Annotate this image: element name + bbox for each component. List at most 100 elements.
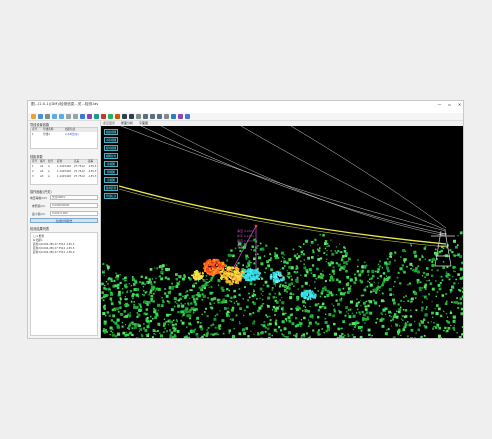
- col-header: 序号: [32, 160, 38, 163]
- cut-icon[interactable]: [101, 114, 106, 119]
- view-side-button[interactable]: 旋转视图: [104, 145, 118, 151]
- rotate-icon[interactable]: [73, 114, 78, 119]
- measure-icon[interactable]: [87, 114, 92, 119]
- open-icon[interactable]: [31, 114, 36, 119]
- measure-label: 净空 3.24m: [237, 229, 254, 233]
- table-cell: -135.3: [88, 165, 97, 168]
- point-icon[interactable]: [122, 114, 127, 119]
- table-cell: A: [48, 165, 50, 168]
- toolbar: [28, 113, 463, 121]
- undo-icon[interactable]: [45, 114, 50, 119]
- conductor-table: 序号 导线名称 档距信息 1 导线1 2-3#档(左): [30, 127, 98, 149]
- line-icon[interactable]: [129, 114, 134, 119]
- col-header: 距离: [57, 160, 63, 163]
- minimum-input[interactable]: 0.000 0.000: [50, 211, 98, 216]
- point-cloud-view[interactable]: 缩放视图平移视图旋转视图视图复位前视图侧视图顶视图量测距离导线标注 净空 3.2…: [101, 126, 464, 339]
- view-side-button[interactable]: 缩放视图: [104, 129, 118, 135]
- view-side-icon[interactable]: [157, 114, 162, 119]
- col-header: 档距信息: [65, 128, 76, 131]
- table-cell: A: [48, 170, 50, 173]
- power-lines: [118, 126, 447, 248]
- span-table: 序号 编号 档号 距离 高差 弧垂 1 A1 A 1.1415402 27.75…: [30, 159, 98, 185]
- generate-report-button[interactable]: 生成检测报告: [30, 218, 98, 223]
- col-header: 导线名称: [43, 128, 54, 131]
- table-cell: 1.1415402: [57, 170, 72, 173]
- minimize-button[interactable]: —: [436, 101, 443, 108]
- voltage-select[interactable]: 交流500kV: [50, 195, 98, 200]
- pan-icon[interactable]: [66, 114, 71, 119]
- measure-label: 垂直 1.97m: [237, 239, 254, 243]
- field-label: 参照值(m): [32, 204, 46, 208]
- table-cell: 2: [32, 170, 34, 173]
- ruler-icon[interactable]: [94, 114, 99, 119]
- table-cell: 导线1: [43, 133, 50, 136]
- view-side-button[interactable]: 侧视图: [104, 169, 118, 175]
- table-row[interactable]: 1 A1 A 1.1415402 27.7512 -135.3: [31, 165, 97, 169]
- measure-label: 水平 2.10m: [237, 234, 254, 238]
- field-label: 最小值(m): [32, 212, 46, 216]
- section-title: 操作面板(开关): [30, 190, 52, 194]
- view-side-button[interactable]: 平移视图: [104, 137, 118, 143]
- table-header: 序号 编号 档号 距离 高差 弧垂: [31, 160, 97, 164]
- view-side-button[interactable]: 量测距离: [104, 185, 118, 191]
- table-row[interactable]: 2 A2 A 1.1415402 27.7512 -135.3: [31, 170, 97, 174]
- table-cell: 2-3#档(左): [65, 133, 79, 136]
- table-row[interactable]: 3 A3 A 1.1415402 27.7512 -135.3: [31, 175, 97, 179]
- export-icon[interactable]: [171, 114, 176, 119]
- ground-wire: [120, 126, 447, 232]
- tree-node[interactable]: 距离3(0.002-2B) 27.7512 -136.0: [33, 250, 74, 254]
- col-header: 弧垂: [88, 160, 94, 163]
- vegetation-points: [101, 230, 463, 338]
- zoom-out-icon[interactable]: [59, 114, 64, 119]
- report-icon[interactable]: [178, 114, 183, 119]
- table-cell: -135.3: [88, 170, 97, 173]
- color-icon[interactable]: [115, 114, 120, 119]
- select-icon[interactable]: [80, 114, 85, 119]
- layer-icon[interactable]: [108, 114, 113, 119]
- save-icon[interactable]: [38, 114, 43, 119]
- table-cell: A1: [40, 165, 44, 168]
- view-side-button[interactable]: 导线标注: [104, 193, 118, 199]
- table-cell: 1.1415402: [57, 165, 72, 168]
- maximize-button[interactable]: ▫: [446, 101, 453, 108]
- table-cell: 27.7512: [74, 165, 85, 168]
- ground-wire: [160, 126, 447, 237]
- field-label: 电压等级(kV): [30, 196, 47, 200]
- col-header: 编号: [40, 160, 46, 163]
- box-icon[interactable]: [136, 114, 141, 119]
- view-front-icon[interactable]: [143, 114, 148, 119]
- title-bar: 图...(2.0-1)(DM)/检测信息...关...检测.las — ▫ ✕: [28, 101, 463, 108]
- col-header: 档号: [48, 160, 54, 163]
- view-side-button[interactable]: 视图复位: [104, 153, 118, 159]
- help-icon[interactable]: [185, 114, 190, 119]
- table-cell: -135.3: [88, 175, 97, 178]
- app-window: 图...(2.0-1)(DM)/检测信息...关...检测.las — ▫ ✕ …: [27, 100, 464, 339]
- left-panel: 导线设置线路 序号 导线名称 档距信息 1 导线1 2-3#档(左) 档距参数 …: [28, 121, 101, 338]
- zoom-in-icon[interactable]: [52, 114, 57, 119]
- settings-icon[interactable]: [164, 114, 169, 119]
- reference-input[interactable]: 0.000000000: [50, 203, 98, 208]
- table-cell: A2: [40, 170, 44, 173]
- table-cell: 1: [32, 133, 34, 136]
- point-cloud-canvas[interactable]: [101, 126, 464, 339]
- col-header: 高差: [74, 160, 80, 163]
- view-side-button[interactable]: 顶视图: [104, 177, 118, 183]
- measure-label: 安全 ✓: [237, 244, 247, 248]
- table-cell: 1.1415402: [57, 175, 72, 178]
- view-side-button[interactable]: 前视图: [104, 161, 118, 167]
- ground-wire: [290, 126, 447, 229]
- conductor-line[interactable]: [118, 185, 447, 245]
- table-cell: 3: [32, 175, 34, 178]
- table-cell: A3: [40, 175, 44, 178]
- close-button[interactable]: ✕: [456, 101, 463, 108]
- table-cell: A: [48, 175, 50, 178]
- table-row[interactable]: 1 导线1 2-3#档(左): [31, 133, 97, 137]
- window-title: 图...(2.0-1)(DM)/检测信息...关...检测.las: [31, 102, 99, 106]
- ground-wire: [140, 126, 447, 235]
- view-top-icon[interactable]: [150, 114, 155, 119]
- result-tree: □ 1 检测 ⊟ 档距1 距离1(0.002-2B) 27.7512 -135.…: [30, 232, 98, 336]
- table-cell: 27.7512: [74, 170, 85, 173]
- ground-wire: [240, 126, 447, 231]
- section-title: 检测结果列表: [30, 227, 50, 231]
- table-cell: 1: [32, 165, 34, 168]
